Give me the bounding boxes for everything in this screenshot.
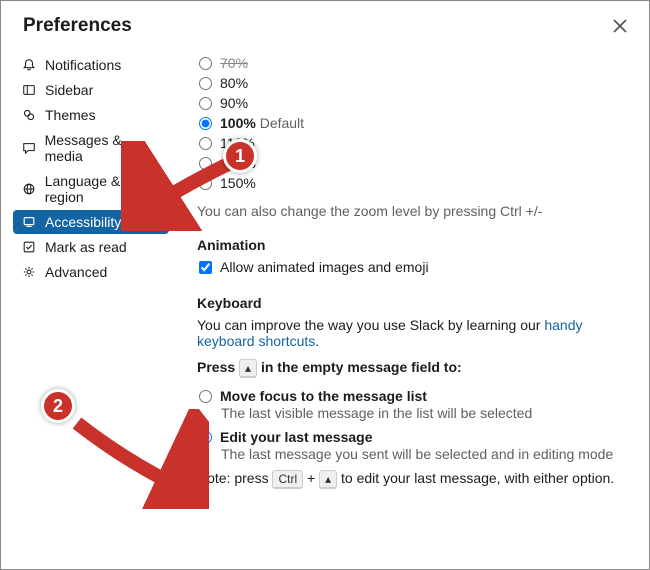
up-arrow-option-movefocus[interactable]: Move focus to the message list [197,388,621,404]
keyboard-intro: You can improve the way you use Slack by… [197,317,621,349]
sidebar-item-markasread[interactable]: Mark as read [13,235,169,259]
bell-icon [21,57,37,73]
sidebar-item-messages[interactable]: Messages & media [13,128,169,168]
accessibility-icon [21,214,37,230]
sidebar-item-label: Messages & media [45,132,161,164]
sidebar-item-label: Sidebar [45,82,93,98]
press-instruction: Press ▴ in the empty message field to: [197,359,621,378]
sidebar-item-notifications[interactable]: Notifications [13,53,169,77]
animation-checkbox [199,261,212,274]
sidebar-icon [21,82,37,98]
zoom-option[interactable]: 150% [197,175,621,191]
ctrl-key: Ctrl [272,470,303,489]
sidebar-item-themes[interactable]: Themes [13,103,169,127]
sidebar-item-label: Language & region [45,173,161,205]
sidebar: Notifications Sidebar Themes Messages & … [1,45,181,567]
up-arrow-key: ▴ [319,470,337,489]
sidebar-item-language[interactable]: Language & region [13,169,169,209]
sidebar-item-accessibility[interactable]: Accessibility [13,210,169,234]
annotation-callout-2: 2 [41,389,75,423]
zoom-option[interactable]: 110% [197,135,621,151]
animation-checkbox-row[interactable]: Allow animated images and emoji [197,259,621,275]
sidebar-item-sidebar[interactable]: Sidebar [13,78,169,102]
content-panel: 70% 80% 90% 100% Default 110% 125% 150% … [181,45,649,567]
sidebar-item-label: Advanced [45,264,107,280]
option-subtext: The last visible message in the list wil… [221,405,621,421]
message-icon [21,140,37,156]
sidebar-item-label: Notifications [45,57,121,73]
zoom-option[interactable]: 100% Default [197,115,621,131]
sidebar-item-label: Themes [45,107,96,123]
animation-heading: Animation [197,237,621,253]
sidebar-item-label: Accessibility [45,214,121,230]
up-arrow-option-edit[interactable]: Edit your last message [197,429,621,445]
globe-icon [21,181,37,197]
annotation-callout-1: 1 [223,139,257,173]
zoom-option[interactable]: 70% [197,55,621,71]
close-icon [611,17,629,35]
zoom-note: You can also change the zoom level by pr… [197,203,621,219]
zoom-option[interactable]: 125% [197,155,621,171]
up-arrow-key: ▴ [239,359,257,378]
zoom-option[interactable]: 90% [197,95,621,111]
themes-icon [21,107,37,123]
check-icon [21,239,37,255]
zoom-option[interactable]: 80% [197,75,621,91]
sidebar-item-label: Mark as read [45,239,127,255]
gear-icon [21,264,37,280]
option-subtext: The last message you sent will be select… [221,446,621,462]
keyboard-heading: Keyboard [197,295,621,311]
animation-checkbox-label: Allow animated images and emoji [220,259,429,275]
sidebar-item-advanced[interactable]: Advanced [13,260,169,284]
page-title: Preferences [23,15,132,37]
close-button[interactable] [611,17,629,35]
keyboard-footnote: Note: press Ctrl + ▴ to edit your last m… [197,470,621,489]
